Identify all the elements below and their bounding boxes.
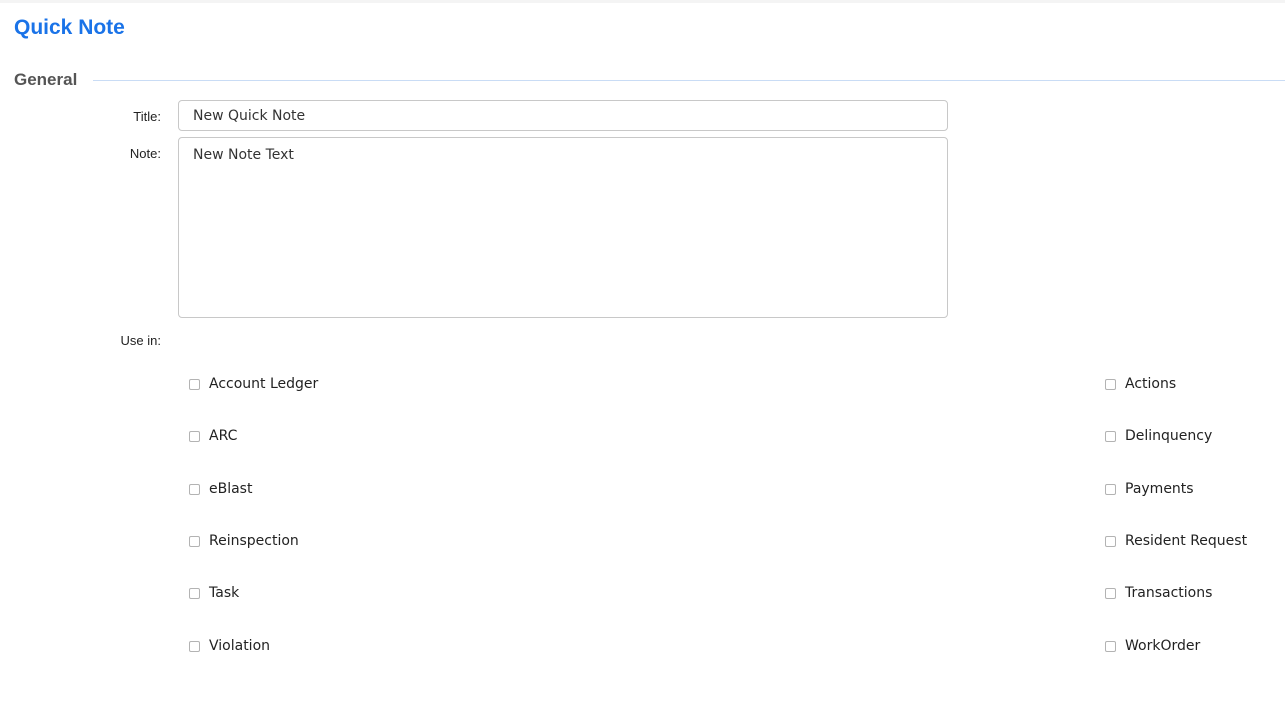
checkbox-label: Delinquency [1125,428,1213,444]
checkbox-icon[interactable] [1105,640,1116,652]
checkbox-arc[interactable]: ARC [189,426,237,446]
checkbox-account-ledger[interactable]: Account Ledger [189,374,318,394]
checkbox-icon[interactable] [189,378,200,390]
checkbox-icon[interactable] [189,535,200,547]
checkbox-icon[interactable] [1105,378,1116,390]
checkbox-label: Task [209,585,240,601]
checkbox-task[interactable]: Task [189,583,239,603]
section-divider [93,80,1285,81]
checkbox-label: Account Ledger [209,376,319,392]
checkbox-transactions[interactable]: Transactions [1105,583,1212,603]
page-title: Quick Note [14,16,125,39]
note-label: Note: [129,146,161,161]
checkbox-resident-request[interactable]: Resident Request [1105,531,1247,551]
checkbox-label: WorkOrder [1125,638,1201,654]
use-in-label: Use in: [120,333,161,348]
checkbox-violation[interactable]: Violation [189,636,270,656]
checkbox-icon[interactable] [1105,535,1116,547]
checkbox-icon[interactable] [1105,483,1116,495]
checkbox-delinquency[interactable]: Delinquency [1105,426,1212,446]
checkbox-icon[interactable] [189,430,200,442]
checkbox-label: Actions [1125,376,1177,392]
checkbox-label: ARC [209,428,238,444]
checkbox-icon[interactable] [189,640,200,652]
checkbox-actions[interactable]: Actions [1105,374,1176,394]
checkbox-label: Violation [209,638,271,654]
checkbox-payments[interactable]: Payments [1105,479,1194,499]
top-border [0,0,1285,3]
checkbox-label: Resident Request [1125,533,1248,549]
checkbox-icon[interactable] [189,587,200,599]
section-title-general: General [14,70,78,89]
title-input[interactable] [178,100,948,131]
note-textarea[interactable]: New Note Text [178,137,948,318]
checkbox-eblast[interactable]: eBlast [189,479,252,499]
checkbox-icon[interactable] [189,483,200,495]
checkbox-label: eBlast [209,481,253,497]
checkbox-label: Reinspection [209,533,299,549]
checkbox-label: Transactions [1125,585,1213,601]
checkbox-workorder[interactable]: WorkOrder [1105,636,1200,656]
checkbox-reinspection[interactable]: Reinspection [189,531,299,551]
title-label: Title: [133,109,161,124]
checkbox-icon[interactable] [1105,587,1116,599]
checkbox-label: Payments [1125,481,1194,497]
checkbox-icon[interactable] [1105,430,1116,442]
